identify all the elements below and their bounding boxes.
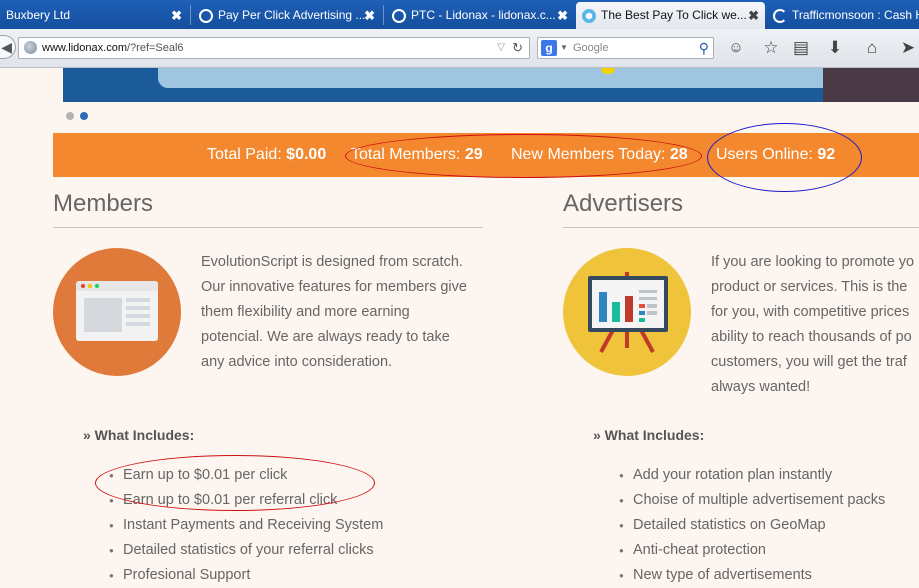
members-heading: Members xyxy=(53,190,154,217)
search-placeholder: Google xyxy=(573,42,609,54)
advertisers-heading: Advertisers xyxy=(563,190,684,217)
blue-annotation-ellipse xyxy=(707,123,862,192)
list-item: Add your rotation plan instantly xyxy=(619,463,885,488)
red-annotation-ellipse xyxy=(345,134,702,178)
url-text: www.lidonax.com/?ref=Seal6 xyxy=(42,38,184,58)
search-icon[interactable]: ⚲ xyxy=(699,38,709,58)
list-item: Profesional Support xyxy=(109,563,383,588)
tab-ptc-lidonax[interactable]: PTC - Lidonax - lidonax.c... ✖ xyxy=(386,2,574,29)
site-favicon-icon xyxy=(773,8,787,23)
list-item: Detailed statistics of your referral cli… xyxy=(109,538,383,563)
globe-icon xyxy=(24,41,37,54)
tab-title: Buxbery Ltd xyxy=(6,8,71,22)
extension-icon[interactable]: ☺ xyxy=(725,38,747,58)
bookmark-star-icon[interactable]: ☆ xyxy=(760,38,782,58)
tab-separator xyxy=(383,5,384,25)
total-paid: Total Paid: $0.00 xyxy=(207,146,327,163)
reload-icon[interactable]: ↻ xyxy=(512,38,523,58)
site-favicon-icon xyxy=(582,8,596,23)
banner-photo xyxy=(823,68,919,102)
close-tab-icon[interactable]: ✖ xyxy=(364,2,375,29)
banner-panel xyxy=(158,68,919,88)
members-circle xyxy=(53,248,181,376)
home-icon[interactable]: ⌂ xyxy=(861,38,883,58)
navigation-bar: ◀ www.lidonax.com/?ref=Seal6 ▽ ↻ g ▼ Goo… xyxy=(0,29,919,68)
slider-dot[interactable] xyxy=(66,112,74,120)
google-icon[interactable]: g xyxy=(541,40,557,56)
tab-title: The Best Pay To Click we... xyxy=(601,8,747,22)
members-description: EvolutionScript is designed from scratch… xyxy=(201,254,467,370)
tab-trafficmonsoon[interactable]: Trafficmonsoon : Cash Hi... xyxy=(767,2,919,29)
tab-pay-per-click[interactable]: Pay Per Click Advertising ... ✖ xyxy=(193,2,381,29)
red-annotation-ellipse xyxy=(95,455,375,511)
send-icon[interactable]: ➤ xyxy=(897,38,919,58)
slider-dot-active[interactable] xyxy=(80,112,88,120)
presentation-chart-icon xyxy=(588,272,668,353)
browser-tab-bar: Buxbery Ltd ✖ Pay Per Click Advertising … xyxy=(0,0,919,29)
browser-window-icon xyxy=(76,281,158,341)
divider xyxy=(53,227,483,228)
address-bar[interactable]: www.lidonax.com/?ref=Seal6 ▽ ↻ xyxy=(18,37,530,59)
advertisers-description: If you are looking to promote yo product… xyxy=(711,254,915,395)
members-includes-label: » What Includes: xyxy=(83,427,195,443)
tab-separator xyxy=(190,5,191,25)
hero-banner xyxy=(63,68,919,102)
bookmarks-list-icon[interactable]: ▤ xyxy=(790,38,812,58)
tab-title: Pay Per Click Advertising ... xyxy=(218,8,366,22)
list-item: New type of advertisements xyxy=(619,563,885,588)
list-item: Detailed statistics on GeoMap xyxy=(619,513,885,538)
url-domain: www.lidonax.com xyxy=(42,42,127,54)
tab-best-pay-to-click[interactable]: The Best Pay To Click we... ✖ xyxy=(576,2,765,29)
list-item: Choise of multiple advertisement packs xyxy=(619,488,885,513)
tab-buxbery[interactable]: Buxbery Ltd ✖ xyxy=(0,2,188,29)
close-tab-icon[interactable]: ✖ xyxy=(748,2,759,29)
url-path: /?ref=Seal6 xyxy=(126,42,184,54)
advertisers-feature-list: Add your rotation plan instantly Choise … xyxy=(619,463,885,588)
close-tab-icon[interactable]: ✖ xyxy=(557,2,568,29)
history-dropdown-icon[interactable]: ▽ xyxy=(497,38,505,58)
back-button[interactable]: ◀ xyxy=(0,35,16,59)
engine-dropdown-icon[interactable]: ▼ xyxy=(560,38,568,58)
download-icon[interactable]: ⬇ xyxy=(824,38,846,58)
site-favicon-icon xyxy=(199,8,213,23)
advertisers-includes-label: » What Includes: xyxy=(593,427,705,443)
site-favicon-icon xyxy=(392,8,406,23)
close-tab-icon[interactable]: ✖ xyxy=(171,2,182,29)
list-item: Anti-cheat protection xyxy=(619,538,885,563)
list-item: Instant Payments and Receiving System xyxy=(109,513,383,538)
tab-title: PTC - Lidonax - lidonax.c... xyxy=(411,8,556,22)
divider xyxy=(563,227,919,228)
tab-title: Trafficmonsoon : Cash Hi... xyxy=(792,8,919,22)
search-box[interactable]: g ▼ Google ⚲ xyxy=(537,37,714,59)
advertisers-circle xyxy=(563,248,691,376)
